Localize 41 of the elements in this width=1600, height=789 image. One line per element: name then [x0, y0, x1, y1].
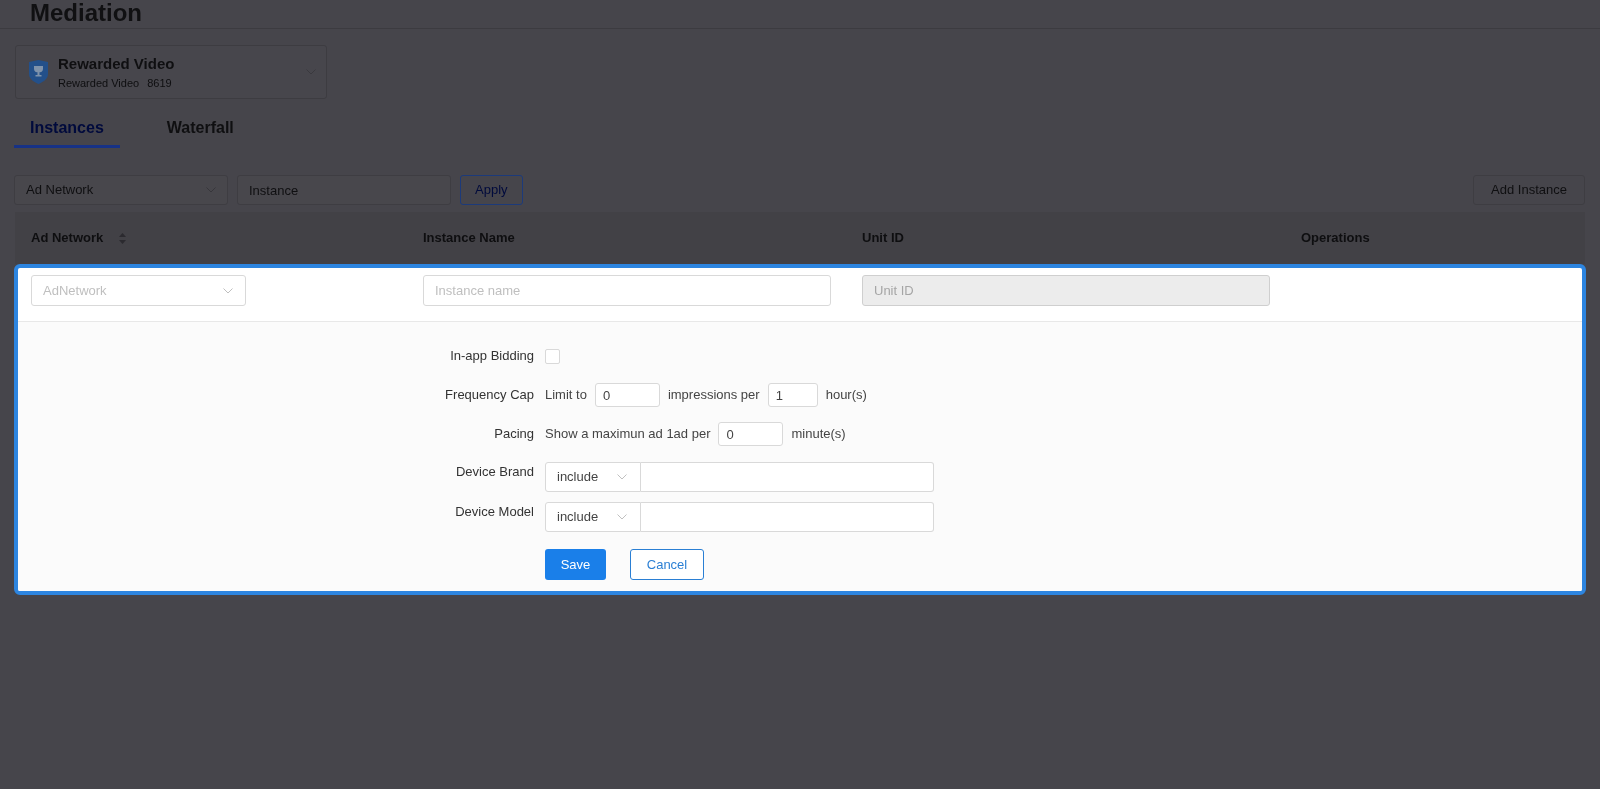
select-value: include [557, 468, 599, 487]
text-field[interactable] [641, 502, 934, 532]
cancel-button[interactable]: Cancel [630, 549, 704, 580]
checkbox[interactable] [545, 348, 560, 364]
include-select[interactable]: include [545, 502, 641, 532]
tab[interactable]: Instances [14, 110, 120, 148]
add-instance-button[interactable]: Add Instance [1473, 175, 1585, 205]
field-label: Frequency Cap [444, 386, 534, 405]
field-text: impressions per [667, 386, 760, 405]
chevron-down-icon [223, 287, 233, 294]
field-label: Device Brand [454, 463, 534, 481]
field-text: hour(s) [825, 386, 867, 405]
select-value: include [557, 508, 599, 527]
tab[interactable]: Waterfall [150, 110, 250, 148]
number-field[interactable]: 1 [767, 383, 818, 407]
instance-field[interactable]: Instance [237, 175, 451, 205]
ad-unit-type: Rewarded Video [58, 75, 140, 90]
field-label: Pacing [493, 425, 534, 444]
field-label: In-app Bidding [449, 347, 534, 366]
chevron-down-icon [617, 514, 627, 520]
apply-button[interactable]: Apply [460, 175, 523, 205]
number-field[interactable]: 0 [718, 422, 784, 446]
shield-icon [28, 60, 49, 84]
ad-network-placeholder: AdNetwork [43, 281, 107, 300]
ad-unit-selector[interactable]: Rewarded Video Rewarded Video 8619 [15, 45, 327, 99]
field-label: Device Model [454, 503, 534, 521]
page-title: Mediation [30, 0, 142, 26]
ad-network-select[interactable]: AdNetwork [31, 275, 246, 306]
field-text: Limit to [545, 386, 587, 405]
text-field[interactable] [641, 462, 934, 492]
include-select[interactable]: include [545, 462, 641, 492]
field-text: minute(s) [791, 425, 846, 444]
ad-unit-name: Rewarded Video [58, 54, 176, 73]
ad-unit-id: 8619 [147, 75, 172, 90]
number-field[interactable]: 0 [594, 383, 660, 407]
ad-network-placeholder: Ad Network [26, 181, 94, 200]
field-text: Show a maximun ad 1ad per [545, 425, 711, 444]
instance-name-field[interactable]: Instance name [423, 275, 831, 306]
save-button[interactable]: Save [545, 549, 606, 580]
chevron-down-icon [617, 474, 627, 480]
ad-network-select[interactable]: Ad Network [14, 175, 228, 205]
